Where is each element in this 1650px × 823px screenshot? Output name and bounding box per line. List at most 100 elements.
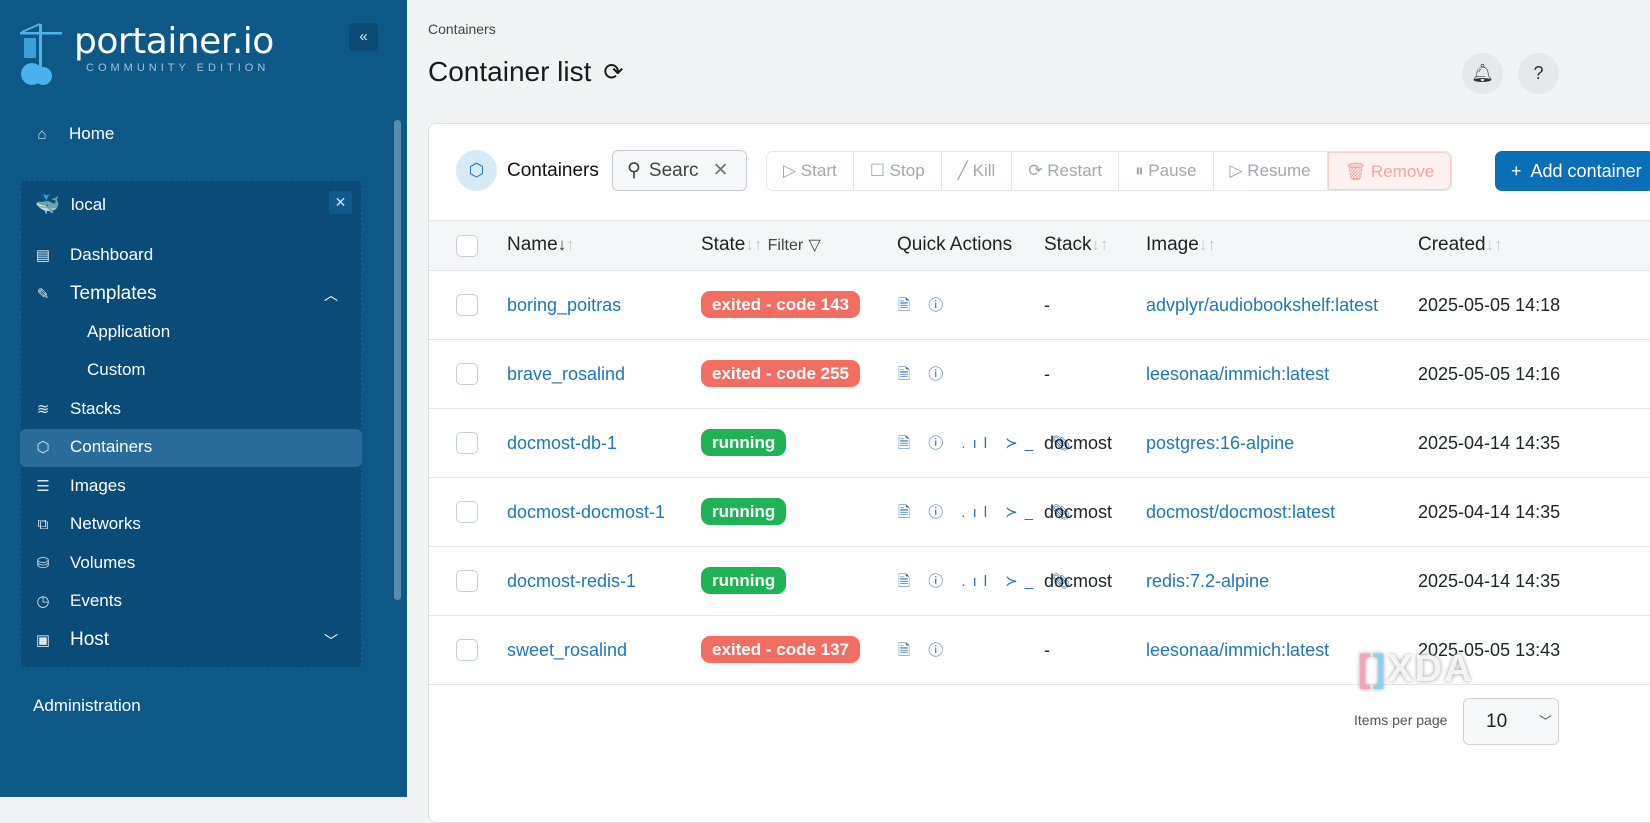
- add-container-button[interactable]: + Add container: [1495, 151, 1650, 191]
- filter-button[interactable]: Filter: [768, 237, 804, 254]
- search-input[interactable]: ⚲ Searc ✕: [612, 150, 747, 191]
- nav-volumes[interactable]: ⛁ Volumes: [34, 553, 136, 573]
- nav-label: Custom: [87, 360, 146, 379]
- close-environment-button[interactable]: ✕: [329, 191, 352, 214]
- row-checkbox[interactable]: [456, 363, 478, 385]
- database-icon: ⛁: [36, 555, 50, 572]
- edition-text: COMMUNITY EDITION: [86, 62, 270, 74]
- status-badge: running: [701, 567, 787, 594]
- env-name: local: [71, 194, 106, 214]
- nav-dashboard[interactable]: ▤ Dashboard: [34, 245, 153, 265]
- stack-cell: -: [1044, 364, 1050, 384]
- clear-search-icon[interactable]: ✕: [713, 159, 729, 182]
- image-link[interactable]: advplyr/audiobookshelf:latest: [1146, 295, 1378, 316]
- nav-events[interactable]: ◷ Events: [34, 591, 122, 611]
- header-state[interactable]: State↓↑ Filter ▽: [701, 234, 821, 256]
- row-checkbox[interactable]: [456, 639, 478, 661]
- box-icon: ⬡: [36, 439, 50, 456]
- box-icon: ⬡: [456, 150, 497, 191]
- container-name-link[interactable]: docmost-db-1: [507, 433, 617, 454]
- start-button[interactable]: ▷ Start: [767, 152, 854, 190]
- chevron-down-icon: ﹀: [1538, 714, 1552, 729]
- nav-templates[interactable]: ✎ Templates: [34, 283, 157, 305]
- row-checkbox[interactable]: [456, 432, 478, 454]
- nav-label: Networks: [70, 514, 141, 533]
- portainer-logo[interactable]: portainer.io COMMUNITY EDITION: [18, 22, 274, 86]
- row-checkbox[interactable]: [456, 570, 478, 592]
- action-buttons: ▷ Start ☐ Stop ╱ Kill ⟳ Restart ⏸︎ Pause…: [766, 151, 1453, 191]
- stack-cell: -: [1044, 640, 1050, 660]
- help-icon[interactable]: ?: [1518, 53, 1559, 94]
- status-badge: exited - code 137: [701, 636, 861, 663]
- breadcrumb[interactable]: Containers: [428, 21, 496, 37]
- nav-stacks[interactable]: ≋ Stacks: [34, 399, 121, 419]
- select-all-checkbox[interactable]: [456, 235, 478, 257]
- quick-actions[interactable]: 🗎︎ ⓘ: [898, 294, 950, 320]
- container-name-link[interactable]: docmost-redis-1: [507, 571, 636, 592]
- items-per-page-select[interactable]: 10 ﹀: [1463, 698, 1559, 745]
- image-link[interactable]: postgres:16-alpine: [1146, 433, 1294, 454]
- nav-custom[interactable]: Custom: [87, 360, 146, 380]
- resume-button[interactable]: ▷ Resume: [1214, 152, 1328, 190]
- header-label: Created: [1418, 234, 1486, 255]
- environment-header[interactable]: 🐳 local: [35, 192, 106, 217]
- remove-button[interactable]: 🗑︎ Remove: [1327, 152, 1452, 190]
- collapse-sidebar-button[interactable]: «: [349, 23, 378, 51]
- dashboard-icon: ▤: [35, 247, 51, 264]
- header-label: State: [701, 234, 746, 255]
- container-name-link[interactable]: boring_poitras: [507, 295, 621, 316]
- header-stack[interactable]: Stack↓↑: [1044, 234, 1109, 256]
- filter-icon[interactable]: ▽: [809, 237, 821, 254]
- nav-networks[interactable]: ⧉ Networks: [34, 514, 141, 534]
- search-value[interactable]: Searc: [649, 160, 699, 182]
- sort-icon: ↓↑: [1198, 235, 1216, 254]
- nav-label: Containers: [70, 437, 153, 456]
- stack-cell: docmost: [1044, 571, 1113, 591]
- nav-application[interactable]: Application: [87, 322, 170, 342]
- items-per-page-label: Items per page: [1354, 712, 1448, 728]
- header-image[interactable]: Image↓↑: [1146, 234, 1216, 256]
- layers-icon: ≋: [36, 401, 50, 418]
- nav-containers[interactable]: ⬡ Containers: [34, 437, 152, 457]
- clock-icon: ◷: [36, 593, 50, 610]
- nav-home[interactable]: ⌂ Home: [33, 124, 114, 144]
- image-link[interactable]: docmost/docmost:latest: [1146, 502, 1335, 523]
- restart-label: Restart: [1047, 161, 1103, 180]
- list-icon: ☰: [36, 478, 50, 495]
- header-created[interactable]: Created↓↑: [1418, 234, 1503, 256]
- edit-icon: ✎: [36, 286, 50, 303]
- header-label: Name: [507, 234, 558, 255]
- host-icon: ▣: [35, 632, 51, 649]
- quick-actions[interactable]: 🗎︎ ⓘ: [898, 639, 950, 665]
- container-name-link[interactable]: brave_rosalind: [507, 364, 625, 385]
- header-name[interactable]: Name↓↑: [507, 234, 575, 256]
- stop-button[interactable]: ☐ Stop: [854, 152, 942, 190]
- nav-administration[interactable]: Administration: [33, 696, 141, 716]
- quick-actions[interactable]: 🗎︎ ⓘ: [898, 363, 950, 389]
- chevron-down-icon[interactable]: ﹀: [324, 631, 338, 651]
- image-link[interactable]: leesonaa/immich:latest: [1146, 640, 1329, 661]
- nav-label: Events: [70, 591, 122, 610]
- image-link[interactable]: redis:7.2-alpine: [1146, 571, 1269, 592]
- refresh-icon[interactable]: ⟳: [603, 58, 623, 87]
- nav-images[interactable]: ☰ Images: [34, 476, 125, 496]
- chevron-up-icon[interactable]: ︿: [324, 285, 338, 305]
- container-name-link[interactable]: sweet_rosalind: [507, 640, 627, 661]
- restart-button[interactable]: ⟳ Restart: [1012, 152, 1120, 190]
- created-cell: 2025-04-14 14:35: [1418, 502, 1561, 522]
- logo-text: portainer.io: [74, 21, 274, 62]
- row-checkbox[interactable]: [456, 294, 478, 316]
- nav-host[interactable]: ▣ Host: [34, 629, 109, 651]
- start-label: Start: [800, 161, 837, 180]
- stop-label: Stop: [889, 161, 925, 180]
- pause-button[interactable]: ⏸︎ Pause: [1119, 152, 1214, 190]
- created-cell: 2025-05-05 14:16: [1418, 364, 1561, 384]
- sort-icon: ↓↑: [1091, 235, 1109, 254]
- bell-icon[interactable]: 🔔︎: [1462, 53, 1503, 94]
- image-link[interactable]: leesonaa/immich:latest: [1146, 364, 1329, 385]
- kill-button[interactable]: ╱ Kill: [942, 152, 1013, 190]
- items-per-page-value: 10: [1486, 711, 1508, 732]
- sidebar-scrollbar[interactable]: [394, 120, 401, 600]
- container-name-link[interactable]: docmost-docmost-1: [507, 502, 665, 523]
- row-checkbox[interactable]: [456, 501, 478, 523]
